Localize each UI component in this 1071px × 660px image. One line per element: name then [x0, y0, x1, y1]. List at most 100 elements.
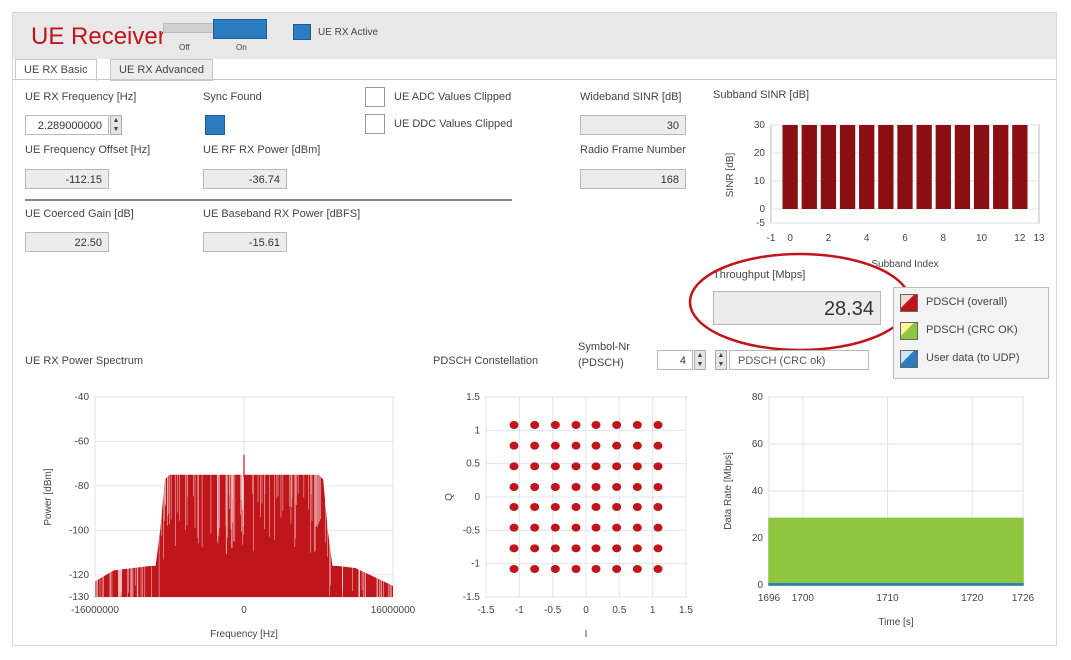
rf-rx-power-value: -36.74 — [203, 169, 287, 189]
constellation-point — [591, 462, 601, 471]
constellation-y-axis-label: Q — [444, 493, 455, 501]
x-tick-label: -1 — [515, 605, 524, 616]
ddc-clipped-label: UE DDC Values Clipped — [394, 118, 513, 130]
rx-toggle-switch[interactable] — [163, 19, 267, 39]
x-tick-label: 10 — [976, 233, 988, 244]
sinr-bar — [820, 125, 837, 209]
constellation-point — [571, 544, 581, 553]
sinr-y-axis-label: SINR [dB] — [725, 153, 736, 198]
constellation-point — [612, 523, 622, 532]
constellation-point — [571, 523, 581, 532]
constellation-point — [530, 421, 540, 429]
constellation-point — [571, 462, 581, 471]
symbol-nr-input[interactable]: 4 — [657, 350, 693, 370]
frequency-offset-value: -112.15 — [25, 169, 109, 189]
legend-swatch-user-data[interactable] — [900, 350, 918, 368]
constellation-point — [612, 565, 622, 573]
constellation-point — [591, 483, 601, 491]
constellation-point — [571, 565, 581, 573]
constellation-point — [571, 503, 581, 511]
constellation-point — [653, 462, 663, 471]
sinr-bar — [897, 125, 913, 209]
constellation-point — [612, 544, 622, 553]
header-bar: UE Receiver Off On UE RX Active — [13, 13, 1056, 59]
constellation-point — [550, 565, 560, 573]
x-tick-label: -1.5 — [477, 605, 495, 616]
sinr-bar — [801, 125, 817, 209]
x-tick-label: 16000000 — [371, 605, 416, 616]
baseband-rx-power-label: UE Baseband RX Power [dBFS] — [203, 208, 361, 220]
sync-found-label: Sync Found — [203, 91, 262, 103]
constellation-select-arrows[interactable]: ▲ ▼ — [715, 350, 727, 370]
x-tick-label: 0 — [787, 233, 793, 244]
legend-label-pdsch-overall: PDSCH (overall) — [926, 296, 1008, 308]
ddc-clipped-indicator — [365, 114, 385, 134]
sinr-bar — [993, 125, 1009, 209]
spectrum-y-axis-label: Power [dBm] — [43, 468, 54, 525]
constellation-point — [632, 523, 642, 532]
constellation-point — [550, 421, 560, 429]
x-tick-label: -16000000 — [71, 605, 119, 616]
y-tick-label: 1.5 — [466, 392, 480, 403]
data-rate-area — [768, 517, 1024, 586]
tab-divider — [13, 79, 1056, 80]
x-tick-label: 8 — [941, 233, 947, 244]
baseband-rx-power-value: -15.61 — [203, 232, 287, 252]
constellation-point — [612, 483, 622, 491]
rx-active-indicator — [293, 24, 311, 40]
tab-ue-rx-advanced[interactable]: UE RX Advanced — [110, 59, 213, 81]
tab-ue-rx-basic[interactable]: UE RX Basic — [15, 59, 97, 81]
constellation-point — [509, 441, 519, 450]
constellation-point — [530, 462, 540, 471]
y-tick-label: -0.5 — [463, 525, 481, 536]
constellation-point — [571, 421, 581, 429]
legend-swatch-pdsch-overall[interactable] — [900, 294, 918, 312]
subband-sinr-title: Subband SINR [dB] — [713, 89, 810, 101]
sinr-bar — [935, 125, 951, 209]
y-tick-label: 60 — [752, 439, 764, 450]
constellation-point — [591, 544, 601, 553]
x-tick-label: 1696 — [758, 593, 781, 604]
constellation-point — [632, 462, 642, 471]
page-title: UE Receiver — [31, 23, 166, 50]
legend-swatch-pdsch-crc[interactable] — [900, 322, 918, 340]
rf-rx-power-label: UE RF RX Power [dBm] — [203, 144, 321, 156]
constellation-point — [591, 421, 601, 429]
constellation-point — [509, 462, 519, 471]
constellation-point — [550, 462, 560, 471]
x-tick-label: 1710 — [876, 593, 899, 604]
constellation-point — [632, 503, 642, 511]
constellation-point — [530, 544, 540, 553]
y-tick-label: -120 — [69, 570, 89, 581]
symbol-nr-stepper[interactable]: ▲ ▼ — [694, 350, 706, 370]
constellation-point — [509, 565, 519, 573]
coerced-gain-label: UE Coerced Gain [dB] — [25, 208, 134, 220]
highlight-ellipse — [688, 252, 912, 352]
constellation-x-axis-label: I — [585, 629, 588, 640]
constellation-select[interactable]: PDSCH (CRC ok) — [729, 350, 869, 370]
x-tick-label: -0.5 — [544, 605, 562, 616]
constellation-point — [530, 523, 540, 532]
symbol-nr-sublabel: (PDSCH) — [578, 357, 624, 369]
constellation-point — [632, 441, 642, 450]
x-tick-label: -1 — [767, 233, 776, 244]
y-tick-label: 0 — [757, 580, 763, 591]
constellation-point — [632, 565, 642, 573]
constellation-point — [591, 503, 601, 511]
y-tick-label: -5 — [756, 218, 765, 229]
constellation-point — [530, 503, 540, 511]
constellation-point — [653, 565, 663, 573]
constellation-point — [632, 483, 642, 491]
constellation-point — [530, 565, 540, 573]
frequency-offset-label: UE Frequency Offset [Hz] — [25, 144, 151, 156]
constellation-title: PDSCH Constellation — [433, 355, 539, 367]
constellation-point — [550, 483, 560, 491]
rx-frequency-stepper[interactable]: ▲ ▼ — [110, 115, 122, 135]
symbol-nr-label: Symbol-Nr — [578, 341, 630, 353]
y-tick-label: -80 — [75, 481, 90, 492]
spectrum-x-axis-label: Frequency [Hz] — [210, 629, 278, 640]
power-spectrum-title: UE RX Power Spectrum — [25, 355, 143, 367]
constellation-point — [509, 544, 519, 553]
rx-frequency-input[interactable]: 2.289000000 — [25, 115, 109, 135]
constellation-point — [653, 523, 663, 532]
